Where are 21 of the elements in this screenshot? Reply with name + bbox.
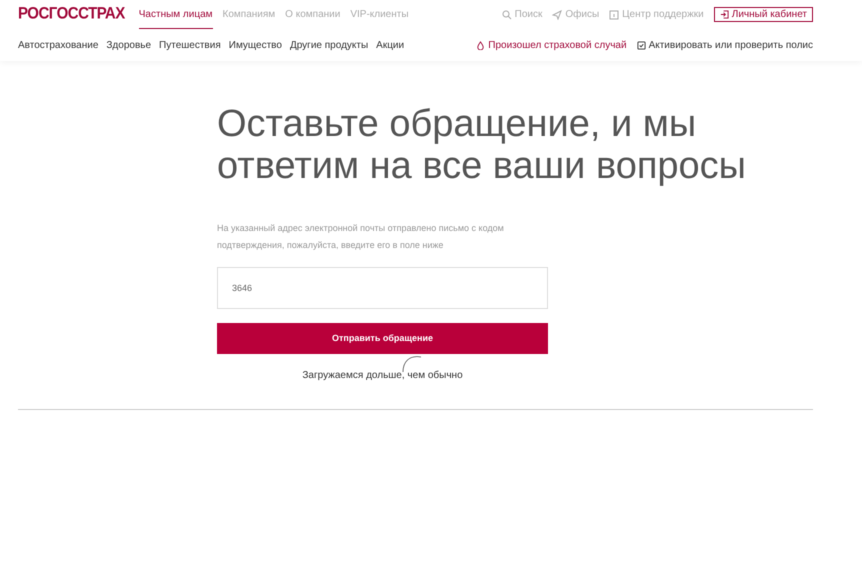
category-link[interactable]: Автострахование [18,38,98,52]
category-link[interactable]: Другие продукты [290,38,368,52]
info-square-icon [609,10,620,20]
nav-tab[interactable]: Частным лицам [138,0,213,29]
form-title: Оставьте обращение, и мы ответим на все ваши вопросы [217,103,747,187]
category-link[interactable]: Путешествия [159,38,221,52]
form-note: На указанный адрес электронной почты отправлено письмо с кодом подтверждения, пожалуйста, введите его в поле ниже [217,222,505,252]
claim-link[interactable]: Произошел страховой случай [476,38,627,52]
policy-link[interactable]: Активировать или проверить полис [636,38,813,52]
submit-button[interactable]: Отправить обращение [217,323,548,354]
login-icon [720,10,729,19]
search-icon [502,10,512,20]
checkbox-icon [636,40,646,50]
account-button[interactable]: Личный кабинет [714,7,813,22]
logo[interactable]: РОСГОССТРАХ [18,2,125,27]
code-field[interactable]: 3646 [217,267,548,309]
category-link[interactable]: Акции [376,38,404,52]
category-link[interactable]: Здоровье [106,38,152,52]
navigation-arrow-icon [552,10,562,20]
category-link[interactable]: Имущество [228,38,282,52]
loading-text: Загружаемся дольше, чем обычно [301,369,464,383]
